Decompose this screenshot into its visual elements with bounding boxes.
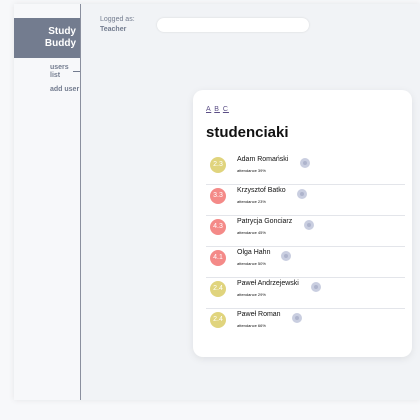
delete-icon[interactable]	[281, 251, 291, 261]
grade-badge: 2.4	[210, 312, 226, 328]
delete-icon[interactable]	[297, 189, 307, 199]
nav-users-list-line-1: users	[50, 64, 69, 71]
attendance-text: attendance 45%	[237, 230, 266, 235]
student-name: Paweł Roman	[237, 311, 281, 318]
logo-line-1: Study	[48, 26, 76, 37]
grade-badge: 4.3	[210, 219, 226, 235]
letter-filter: A B C	[206, 106, 229, 113]
attendance-text: attendance 66%	[237, 323, 266, 328]
logo-line-2: Buddy	[44, 38, 76, 49]
list-item: 3.3 Krzysztof Batko attendance 23%	[206, 184, 405, 216]
sidebar	[14, 4, 81, 400]
nav-add-user[interactable]: add user	[50, 86, 79, 94]
card-title: studenciaki	[206, 124, 289, 141]
letter-filter-b[interactable]: B	[214, 106, 220, 113]
attendance-text: attendance 23%	[237, 199, 266, 204]
student-name: Patrycja Gonciarz	[237, 218, 293, 225]
attendance-text: attendance 39%	[237, 168, 266, 173]
letter-filter-c[interactable]: C	[223, 106, 229, 113]
letter-filter-a[interactable]: A	[206, 106, 211, 113]
delete-icon[interactable]	[304, 220, 314, 230]
attendance-text: attendance 50%	[237, 261, 266, 266]
delete-icon[interactable]	[300, 158, 310, 168]
logged-as-label: Logged as:	[100, 16, 135, 23]
attendance-text: attendance 29%	[237, 292, 266, 297]
students-card: A B C studenciaki 2.3 Adam Romański atte…	[193, 90, 412, 357]
student-name: Krzysztof Batko	[237, 187, 286, 194]
student-name: Olga Hahn	[237, 249, 271, 256]
logged-as-role: Teacher	[100, 26, 127, 33]
nav-users-list-line-2: list	[50, 72, 61, 79]
nav-active-indicator	[73, 71, 80, 72]
search-input[interactable]	[157, 18, 309, 32]
list-item: 2.4 Paweł Roman attendance 66%	[206, 308, 405, 339]
delete-icon[interactable]	[311, 282, 321, 292]
list-item: 2.4 Paweł Andrzejewski attendance 29%	[206, 277, 405, 309]
list-item: 4.3 Patrycja Gonciarz attendance 45%	[206, 215, 405, 247]
list-item: 4.1 Olga Hahn attendance 50%	[206, 246, 405, 278]
logged-as-info: Logged as: Teacher	[100, 15, 135, 35]
grade-badge: 4.1	[210, 250, 226, 266]
nav-users-list[interactable]: users list	[50, 64, 69, 80]
grade-badge: 3.3	[210, 188, 226, 204]
student-name: Paweł Andrzejewski	[237, 280, 299, 287]
grade-badge: 2.4	[210, 281, 226, 297]
student-name: Adam Romański	[237, 156, 289, 163]
list-item: 2.3 Adam Romański attendance 39%	[206, 153, 405, 185]
app-logo: Study Buddy	[14, 18, 80, 58]
delete-icon[interactable]	[292, 313, 302, 323]
grade-badge: 2.3	[210, 157, 226, 173]
